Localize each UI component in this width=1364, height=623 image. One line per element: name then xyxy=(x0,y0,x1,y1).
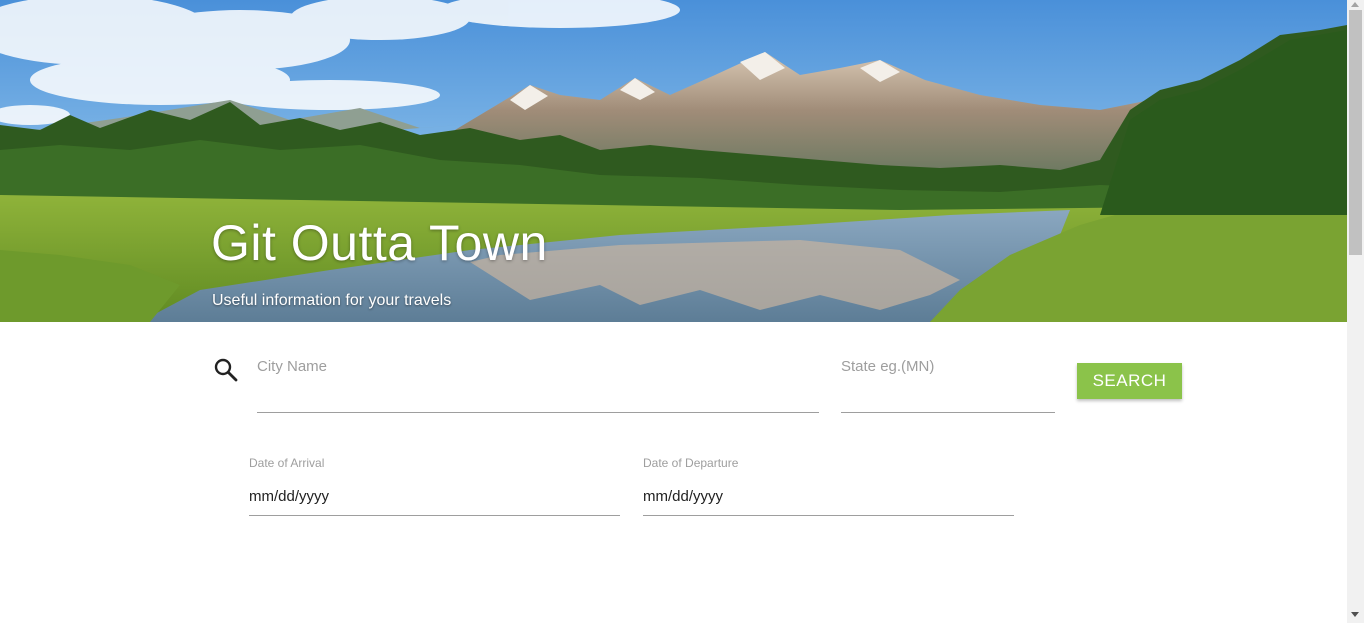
scrollbar-thumb[interactable] xyxy=(1349,10,1362,255)
search-icon xyxy=(214,358,238,382)
site-title: Git Outta Town xyxy=(211,215,548,271)
page-scrollbar[interactable] xyxy=(1347,0,1364,623)
hero-landscape-image xyxy=(0,0,1347,322)
page: Git Outta Town Useful information for yo… xyxy=(0,0,1364,623)
city-input[interactable] xyxy=(257,356,819,413)
arrival-date-input[interactable]: mm/dd/yyyy xyxy=(249,482,620,516)
arrival-date-label: Date of Arrival xyxy=(249,456,325,470)
hero-banner: Git Outta Town Useful information for yo… xyxy=(0,0,1347,322)
departure-date-label: Date of Departure xyxy=(643,456,739,470)
site-subtitle: Useful information for your travels xyxy=(212,292,452,309)
search-button[interactable]: SEARCH xyxy=(1077,363,1182,399)
departure-date-input[interactable]: mm/dd/yyyy xyxy=(643,482,1014,516)
scroll-down-arrow-icon[interactable] xyxy=(1351,612,1359,617)
scroll-up-arrow-icon[interactable] xyxy=(1351,2,1359,7)
state-field xyxy=(841,356,1055,413)
city-field xyxy=(257,356,819,413)
state-input[interactable] xyxy=(841,356,1055,413)
